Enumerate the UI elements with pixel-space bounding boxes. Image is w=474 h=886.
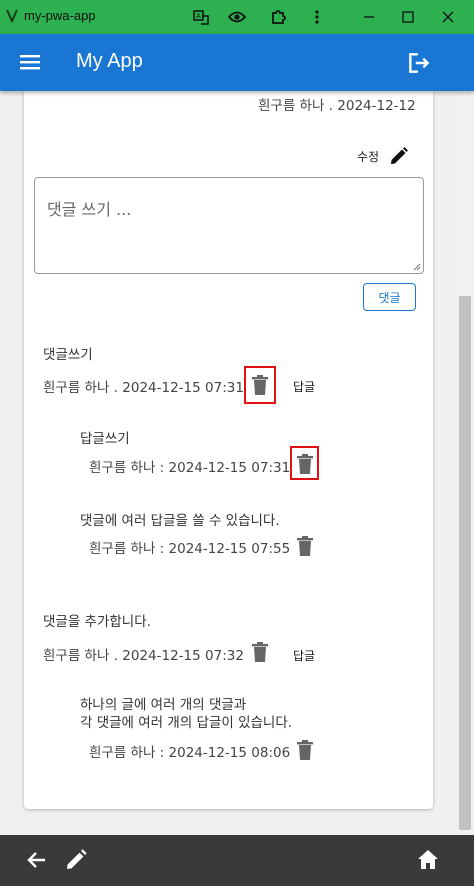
app-bar: My App bbox=[0, 34, 474, 91]
extension-icon[interactable] bbox=[268, 6, 290, 28]
home-icon[interactable] bbox=[416, 848, 440, 872]
comment-text: 댓글쓰기 bbox=[43, 347, 93, 363]
reply-text-line2: 각 댓글에 여러 개의 답글이 있습니다. bbox=[80, 715, 293, 731]
reply-link[interactable]: 답글 bbox=[293, 378, 315, 395]
close-icon[interactable] bbox=[437, 6, 459, 28]
pencil-icon[interactable] bbox=[64, 848, 88, 872]
pencil-icon bbox=[391, 147, 409, 164]
edit-label: 수정 bbox=[357, 149, 380, 164]
reply-text: 답글쓰기 bbox=[80, 431, 130, 447]
maximize-icon[interactable] bbox=[397, 6, 419, 28]
post-author-date: 흰구름 하나 . 2024-12-12 bbox=[258, 98, 416, 114]
trash-icon[interactable] bbox=[251, 375, 269, 395]
logout-icon[interactable] bbox=[406, 50, 432, 76]
reply-text: 댓글에 여러 답글을 쓸 수 있습니다. bbox=[80, 513, 280, 529]
bottom-nav-bar bbox=[0, 835, 474, 886]
reply-meta: 흰구름 하나 : 2024-12-15 08:06 bbox=[89, 745, 291, 761]
svg-text:A: A bbox=[196, 12, 201, 20]
window-titlebar: my-pwa-app A bbox=[0, 0, 474, 34]
reply-link[interactable]: 답글 bbox=[293, 647, 315, 664]
trash-icon[interactable] bbox=[251, 642, 269, 662]
eye-icon[interactable] bbox=[226, 6, 248, 28]
comment-text: 댓글을 추가합니다. bbox=[43, 614, 151, 630]
translate-icon[interactable]: A bbox=[190, 6, 212, 28]
comment-input[interactable]: 댓글 쓰기 ... bbox=[34, 177, 424, 274]
reply-meta: 흰구름 하나 : 2024-12-15 07:55 bbox=[89, 541, 291, 557]
trash-icon[interactable] bbox=[296, 454, 314, 474]
comment-meta: 흰구름 하나 . 2024-12-15 07:32 bbox=[43, 648, 244, 664]
edit-post-button[interactable]: 수정 bbox=[357, 146, 409, 166]
arrow-left-icon[interactable] bbox=[25, 848, 49, 872]
minimize-icon[interactable] bbox=[358, 6, 380, 28]
scrollbar-thumb[interactable] bbox=[459, 296, 471, 830]
submit-comment-button[interactable]: 댓글 bbox=[363, 283, 416, 311]
reply-meta: 흰구름 하나 : 2024-12-15 07:31 bbox=[89, 460, 291, 476]
app-logo-icon bbox=[6, 9, 18, 23]
comment-meta: 흰구름 하나 . 2024-12-15 07:31 bbox=[43, 380, 244, 396]
resize-handle-icon[interactable] bbox=[413, 263, 421, 271]
trash-icon[interactable] bbox=[296, 740, 314, 760]
more-vert-icon[interactable] bbox=[306, 6, 328, 28]
menu-icon[interactable] bbox=[18, 50, 42, 74]
window-title: my-pwa-app bbox=[24, 8, 96, 23]
app-title: My App bbox=[76, 50, 143, 72]
comment-input-placeholder: 댓글 쓰기 ... bbox=[47, 200, 132, 219]
reply-text-line1: 하나의 글에 여러 개의 댓글과 bbox=[80, 697, 247, 713]
trash-icon[interactable] bbox=[296, 536, 314, 556]
